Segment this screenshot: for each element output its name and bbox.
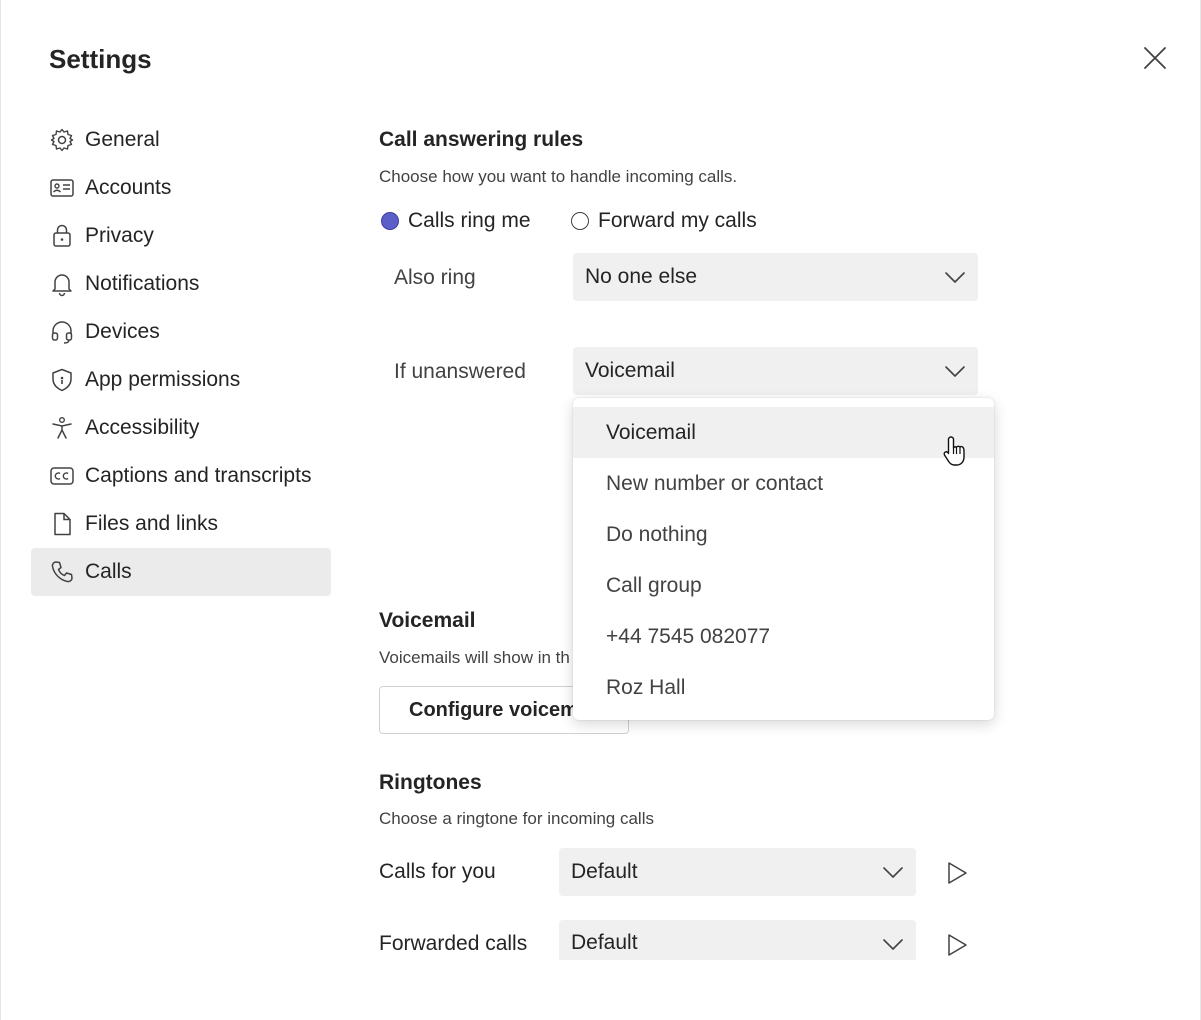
forwarded-calls-value: Default [571, 931, 638, 954]
headset-icon [49, 319, 75, 345]
settings-sidebar: General Accounts Privacy Notifications D… [31, 116, 331, 596]
play-forwarded-calls-button[interactable] [944, 932, 970, 958]
menu-item-do-nothing[interactable]: Do nothing [573, 509, 994, 560]
also-ring-value: No one else [585, 265, 698, 288]
menu-item-contact[interactable]: Roz Hall [573, 662, 994, 713]
chevron-down-icon [883, 939, 903, 950]
sidebar-item-label: Accessibility [85, 416, 200, 439]
calls-ring-me-label: Calls ring me [408, 209, 531, 232]
chevron-down-icon [945, 366, 965, 377]
sidebar-item-accessibility[interactable]: Accessibility [31, 404, 331, 452]
sidebar-item-label: General [85, 128, 160, 151]
if-unanswered-dropdown-menu: Voicemail New number or contact Do nothi… [573, 398, 994, 720]
also-ring-select[interactable]: No one else [573, 253, 978, 301]
sidebar-item-accounts[interactable]: Accounts [31, 164, 331, 212]
menu-item-call-group[interactable]: Call group [573, 560, 994, 611]
if-unanswered-select[interactable]: Voicemail [573, 347, 978, 395]
sidebar-item-files-and-links[interactable]: Files and links [31, 500, 331, 548]
calls-ring-me-radio[interactable]: Calls ring me [381, 209, 531, 233]
sidebar-item-label: Privacy [85, 224, 154, 247]
sidebar-item-label: Devices [85, 320, 160, 343]
gear-icon [49, 127, 75, 153]
forward-my-calls-label: Forward my calls [598, 209, 757, 232]
play-icon [948, 934, 967, 956]
forward-my-calls-radio[interactable]: Forward my calls [571, 209, 757, 233]
radio-unchecked-icon [571, 212, 589, 230]
play-calls-for-you-button[interactable] [944, 860, 970, 886]
chevron-down-icon [883, 867, 903, 878]
calls-for-you-label: Calls for you [379, 860, 496, 883]
if-unanswered-value: Voicemail [585, 359, 675, 382]
forwarded-calls-select[interactable]: Default [559, 920, 916, 960]
sidebar-item-label: Accounts [85, 176, 172, 199]
forwarded-calls-label: Forwarded calls [379, 932, 528, 955]
sidebar-item-privacy[interactable]: Privacy [31, 212, 331, 260]
cc-icon [49, 463, 75, 489]
lock-icon [49, 223, 75, 249]
sidebar-item-app-permissions[interactable]: App permissions [31, 356, 331, 404]
calls-for-you-select[interactable]: Default [559, 848, 916, 896]
sidebar-item-label: Captions and transcripts [85, 464, 312, 487]
dialog-title: Settings [49, 44, 152, 74]
close-button[interactable] [1141, 44, 1169, 72]
sidebar-item-label: Calls [85, 560, 132, 583]
sidebar-item-notifications[interactable]: Notifications [31, 260, 331, 308]
sidebar-item-label: App permissions [85, 368, 241, 391]
call-answering-description: Choose how you want to handle incoming c… [379, 167, 738, 186]
accessibility-icon [49, 415, 75, 441]
menu-item-new-number-or-contact[interactable]: New number or contact [573, 458, 994, 509]
menu-item-voicemail[interactable]: Voicemail [573, 407, 994, 458]
bell-icon [49, 271, 75, 297]
hand-pointer-cursor-icon [943, 436, 965, 466]
sidebar-item-calls[interactable]: Calls [31, 548, 331, 596]
settings-dialog: Settings General Accounts Privacy Notifi… [0, 0, 1201, 1020]
file-icon [49, 511, 75, 537]
sidebar-item-captions[interactable]: Captions and transcripts [31, 452, 331, 500]
voicemail-title: Voicemail [379, 609, 476, 632]
sidebar-item-label: Notifications [85, 272, 200, 295]
sidebar-item-label: Files and links [85, 512, 219, 535]
sidebar-item-general[interactable]: General [31, 116, 331, 164]
sidebar-item-devices[interactable]: Devices [31, 308, 331, 356]
menu-item-phone-number[interactable]: +44 7545 082077 [573, 611, 994, 662]
call-answering-title: Call answering rules [379, 128, 584, 151]
close-icon [1144, 47, 1166, 69]
shield-icon [49, 367, 75, 393]
play-icon [948, 862, 967, 884]
chevron-down-icon [945, 272, 965, 283]
if-unanswered-label: If unanswered [394, 360, 526, 383]
voicemail-description: Voicemails will show in th [379, 648, 570, 667]
ringtones-description: Choose a ringtone for incoming calls [379, 809, 654, 828]
also-ring-label: Also ring [394, 266, 476, 289]
calls-for-you-value: Default [571, 860, 638, 883]
phone-icon [49, 559, 75, 585]
id-card-icon [49, 175, 75, 201]
ringtones-title: Ringtones [379, 771, 482, 794]
radio-checked-icon [381, 212, 399, 230]
